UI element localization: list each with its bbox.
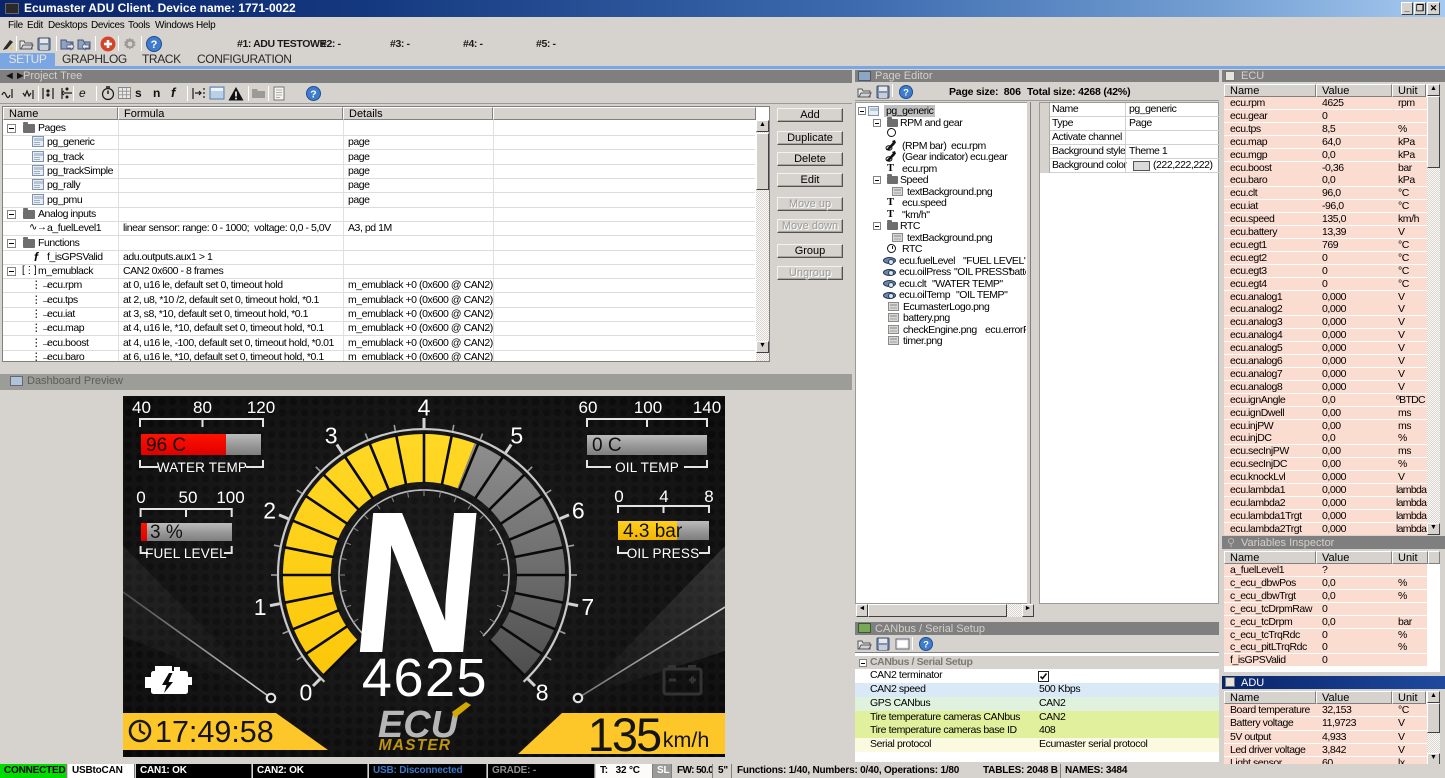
svg-text:40: 40 — [132, 398, 151, 417]
svg-text:?: ? — [310, 89, 316, 101]
svg-text:4625: 4625 — [362, 648, 488, 708]
svg-text:140: 140 — [693, 398, 721, 417]
svg-text:OIL PRESS: OIL PRESS — [627, 546, 700, 561]
svg-text:e: e — [79, 86, 86, 100]
svg-text:0 C: 0 C — [592, 435, 622, 456]
svg-text:135: 135 — [588, 708, 661, 757]
svg-text:WATER TEMP: WATER TEMP — [157, 460, 247, 475]
svg-text:120: 120 — [247, 398, 275, 417]
svg-text:80: 80 — [193, 398, 212, 417]
svg-text:96 C: 96 C — [146, 435, 186, 456]
svg-text:2: 2 — [263, 498, 276, 524]
svg-text:60: 60 — [579, 398, 598, 417]
svg-text:8: 8 — [704, 487, 713, 506]
svg-text:3: 3 — [325, 423, 338, 449]
svg-text:100: 100 — [216, 488, 244, 507]
svg-text:?: ? — [151, 39, 158, 51]
svg-text:1: 1 — [254, 594, 267, 620]
svg-text:0: 0 — [136, 488, 145, 507]
svg-text:5: 5 — [510, 423, 523, 449]
svg-text:?: ? — [923, 640, 929, 651]
svg-text:50: 50 — [179, 488, 198, 507]
svg-text:6: 6 — [572, 498, 585, 524]
svg-text:km/h: km/h — [663, 728, 710, 752]
svg-text:0: 0 — [300, 680, 313, 706]
svg-text:7: 7 — [581, 594, 594, 620]
svg-text:17:49:58: 17:49:58 — [155, 715, 274, 749]
svg-text:MASTER: MASTER — [379, 737, 452, 754]
svg-text:8: 8 — [536, 680, 549, 706]
svg-text:?: ? — [903, 88, 909, 99]
svg-text:s: s — [135, 86, 142, 100]
svg-text:OIL TEMP: OIL TEMP — [615, 460, 679, 475]
svg-text:4: 4 — [659, 487, 668, 506]
svg-text:4: 4 — [418, 396, 431, 421]
svg-text:FUEL LEVEL: FUEL LEVEL — [145, 546, 227, 561]
svg-text:0: 0 — [614, 487, 623, 506]
svg-text:100: 100 — [634, 398, 662, 417]
svg-text:f: f — [171, 85, 177, 100]
svg-text:4.3 bar: 4.3 bar — [623, 521, 683, 542]
svg-text:3 %: 3 % — [150, 522, 183, 543]
svg-text:n: n — [153, 86, 160, 100]
